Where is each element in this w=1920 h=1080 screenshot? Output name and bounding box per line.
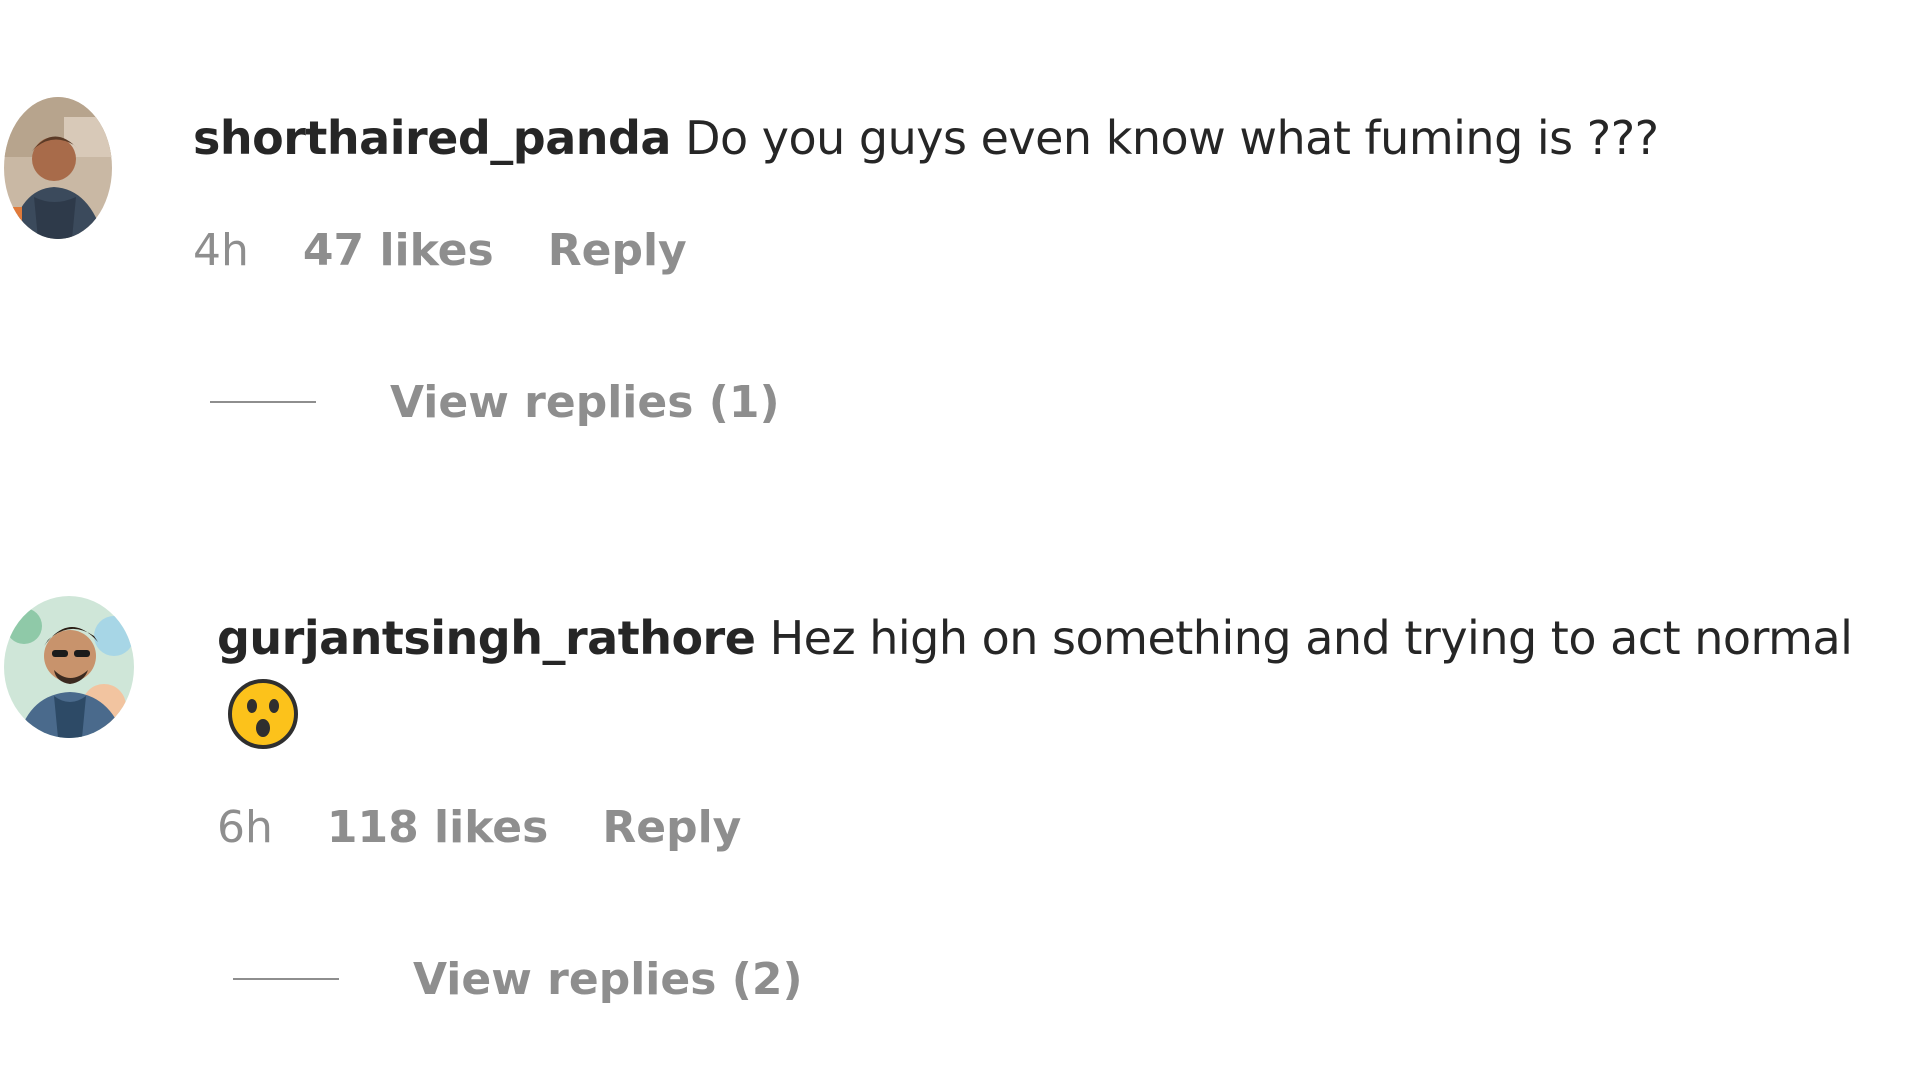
view-replies-label[interactable]: View replies (1) (390, 377, 780, 428)
comment-text: shorthaired_panda Do you guys even know … (193, 98, 1913, 178)
comment-time: 6h (217, 801, 273, 853)
comment-time: 4h (193, 224, 249, 276)
comment-likes[interactable]: 47 likes (303, 225, 494, 276)
comment-body: Hez high on something and trying to act … (769, 611, 1853, 665)
comment-meta: 6h 118 likes Reply (217, 797, 795, 857)
user-avatar[interactable] (4, 97, 112, 239)
reply-button[interactable]: Reply (602, 802, 741, 853)
astonished-face-emoji-icon (227, 678, 299, 750)
comment-body: Do you guys even know what fuming is ??? (685, 111, 1659, 165)
avatar-photo-icon (4, 596, 134, 738)
view-replies-label[interactable]: View replies (2) (413, 954, 803, 1005)
comment-meta: 4h 47 likes Reply (193, 220, 741, 280)
view-replies-divider (233, 978, 339, 980)
reply-button[interactable]: Reply (548, 225, 687, 276)
comment-text: gurjantsingh_rathore Hez high on somethi… (217, 598, 1917, 758)
view-replies-button[interactable]: View replies (2) (233, 949, 803, 1009)
view-replies-button[interactable]: View replies (1) (210, 372, 780, 432)
view-replies-divider (210, 401, 316, 403)
comment-username[interactable]: gurjantsingh_rathore (217, 611, 756, 665)
comment-likes[interactable]: 118 likes (327, 802, 548, 853)
user-avatar[interactable] (4, 596, 134, 738)
comment-username[interactable]: shorthaired_panda (193, 111, 671, 165)
avatar-photo-icon (4, 97, 112, 239)
